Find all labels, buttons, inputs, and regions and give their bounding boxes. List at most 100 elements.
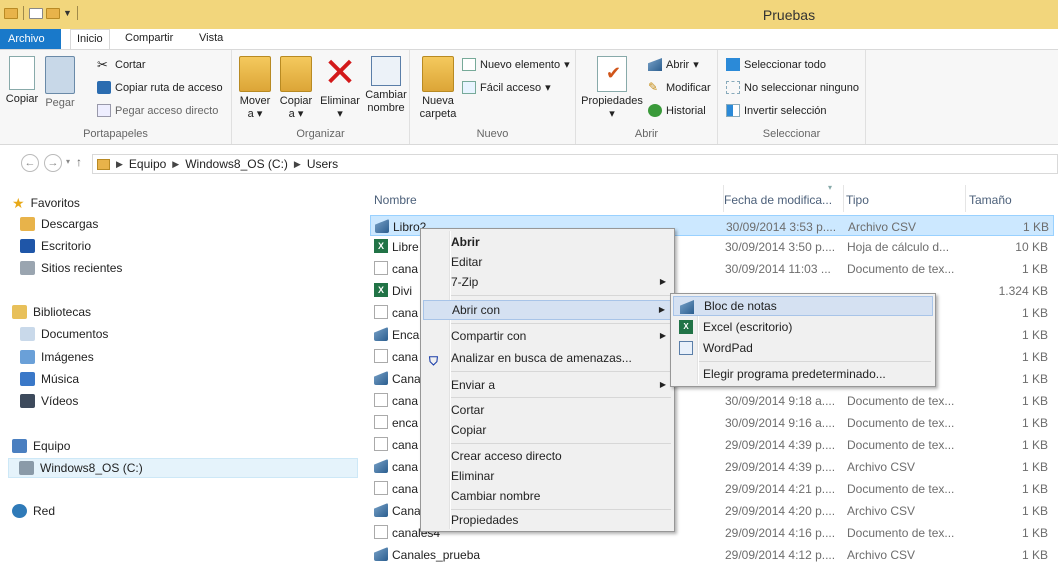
file-size: 1 KB <box>1021 504 1048 518</box>
pegar-button[interactable]: Pegar <box>42 56 78 110</box>
nav-descargas[interactable]: Descargas <box>20 214 98 234</box>
copiar-button[interactable]: Copiar <box>5 56 39 106</box>
seleccionar-todo-button[interactable]: Seleccionar todo <box>726 58 826 71</box>
breadcrumb-separator-icon[interactable]: ▶ <box>172 159 179 170</box>
file-size: 1 KB <box>1021 306 1048 320</box>
historial-button[interactable]: Historial <box>648 104 706 117</box>
submenu-item-wordpad[interactable]: WordPad <box>673 338 933 358</box>
menu-item-propiedades[interactable]: Propiedades <box>423 510 672 530</box>
computer-icon <box>12 439 27 453</box>
file-type: Documento de tex... <box>847 482 955 496</box>
nav-musica[interactable]: Música <box>20 369 79 389</box>
invertir-seleccion-label: Invertir selección <box>744 104 827 117</box>
file-type: Documento de tex... <box>847 526 955 540</box>
nav-documentos[interactable]: Documentos <box>20 324 108 344</box>
back-arrow-icon[interactable]: ← <box>21 154 39 172</box>
tab-archivo[interactable]: Archivo <box>0 29 61 50</box>
abrir-button[interactable]: Abrir ▾ <box>648 58 699 71</box>
facil-acceso-button[interactable]: Fácil acceso ▾ <box>462 81 551 94</box>
file-size: 10 KB <box>1015 240 1048 254</box>
tab-inicio[interactable]: Inicio <box>70 29 110 51</box>
modificar-button[interactable]: ✎ Modificar <box>648 81 711 94</box>
notepad-icon <box>680 300 694 314</box>
tab-vista[interactable]: Vista <box>199 32 223 44</box>
menu-item-7zip[interactable]: 7-Zip ▶ <box>423 272 672 292</box>
nav-documentos-label: Documentos <box>41 327 109 341</box>
libraries-icon <box>12 305 27 319</box>
menu-item-abrir[interactable]: Abrir <box>423 232 672 252</box>
copiar-a-button[interactable]: Copiar a ▾ <box>278 56 314 121</box>
up-arrow-icon[interactable]: ↑ <box>76 155 82 169</box>
column-header-tamano[interactable]: Tamaño <box>969 185 1049 212</box>
abrir-label: Abrir <box>666 58 690 71</box>
tab-compartir[interactable]: Compartir <box>125 32 173 44</box>
cortar-button[interactable]: ✂ Cortar <box>97 58 146 71</box>
file-type: Documento de tex... <box>847 262 955 276</box>
star-icon: ★ <box>12 194 25 211</box>
eliminar-button[interactable]: ✕ Eliminar ▾ <box>320 51 360 121</box>
nav-videos[interactable]: Vídeos <box>20 391 78 411</box>
copiar-ruta-button[interactable]: Copiar ruta de acceso <box>97 81 223 94</box>
group-abrir: Propiedades▾ Abrir ▾ ✎ Modificar Histori… <box>576 50 718 144</box>
recent-locations-chevron-icon[interactable]: ▾ <box>66 157 70 166</box>
nuevo-elemento-button[interactable]: Nuevo elemento ▾ <box>462 58 570 71</box>
cambiar-nombre-button[interactable]: Cambiar nombre <box>364 56 408 115</box>
file-date: 29/09/2014 4:12 p.... <box>725 548 836 562</box>
breadcrumb-equipo[interactable]: Equipo <box>129 157 166 171</box>
no-seleccionar-button[interactable]: No seleccionar ninguno <box>726 81 859 94</box>
delete-x-icon: ✕ <box>323 51 357 95</box>
menu-item-abrir-con[interactable]: Abrir con ▶ <box>423 300 672 320</box>
menu-separator <box>451 295 671 296</box>
menu-item-crear-acceso[interactable]: Crear acceso directo <box>423 446 672 466</box>
nav-sitios-recientes[interactable]: Sitios recientes <box>20 258 122 278</box>
file-date: 30/09/2014 11:03 ... <box>725 262 831 276</box>
menu-item-cortar[interactable]: Cortar <box>423 400 672 420</box>
breadcrumb-separator-icon[interactable]: ▶ <box>294 159 301 170</box>
nav-bibliotecas[interactable]: Bibliotecas <box>12 302 91 322</box>
column-header-nombre[interactable]: Nombre <box>370 185 724 212</box>
menu-item-cambiar-nombre[interactable]: Cambiar nombre <box>423 486 672 506</box>
music-icon <box>20 372 35 386</box>
nav-equipo-label: Equipo <box>33 439 71 453</box>
forward-arrow-icon[interactable]: → <box>44 154 62 172</box>
csv-file-icon <box>374 327 388 341</box>
file-size: 1 KB <box>1021 416 1048 430</box>
breadcrumb-separator-icon[interactable]: ▶ <box>116 159 123 170</box>
nav-videos-label: Vídeos <box>41 394 79 408</box>
copy-path-icon <box>97 81 111 94</box>
submenu-item-elegir-programa[interactable]: Elegir programa predeterminado... <box>673 364 933 384</box>
menu-item-analizar[interactable]: ⛉ Analizar en busca de amenazas... <box>423 348 672 368</box>
column-header-tipo[interactable]: Tipo <box>846 185 966 212</box>
propiedades-button[interactable]: Propiedades▾ <box>580 56 644 121</box>
submenu-item-bloc-de-notas[interactable]: Bloc de notas <box>673 296 933 316</box>
nav-escritorio[interactable]: Escritorio <box>20 236 91 256</box>
file-size: 1 KB <box>1021 548 1048 562</box>
invertir-seleccion-button[interactable]: Invertir selección <box>726 104 827 117</box>
pictures-icon <box>20 350 35 364</box>
menu-item-7zip-label: 7-Zip <box>451 275 479 289</box>
nav-musica-label: Música <box>41 372 80 386</box>
file-size: 1 KB <box>1021 438 1048 452</box>
address-bar[interactable]: ▶ Equipo ▶ Windows8_OS (C:) ▶ Users <box>92 154 1058 174</box>
nav-windows-os[interactable]: Windows8_OS (C:) <box>8 458 358 478</box>
nav-favoritos[interactable]: ★ Favoritos <box>12 193 80 213</box>
submenu-item-excel[interactable]: X Excel (escritorio) <box>673 317 933 337</box>
menu-item-editar[interactable]: Editar <box>423 252 672 272</box>
pegar-acceso-button[interactable]: Pegar acceso directo <box>97 104 218 117</box>
menu-item-copiar[interactable]: Copiar <box>423 420 672 440</box>
menu-item-compartir-con[interactable]: Compartir con ▶ <box>423 326 672 346</box>
nueva-carpeta-button[interactable]: Nueva carpeta <box>416 56 460 121</box>
file-date: 30/09/2014 9:18 a.... <box>725 394 836 408</box>
nav-equipo[interactable]: Equipo <box>12 436 70 456</box>
file-row[interactable]: Canales_prueba 29/09/2014 4:12 p.... Archi… <box>370 544 1054 564</box>
nav-imagenes[interactable]: Imágenes <box>20 347 94 367</box>
breadcrumb-users[interactable]: Users <box>307 157 338 171</box>
mover-a-button[interactable]: Mover a ▾ <box>237 56 273 121</box>
column-header-fecha[interactable]: ▾ Fecha de modifica... <box>724 183 844 212</box>
nav-red[interactable]: Red <box>12 501 55 521</box>
nav-descargas-label: Descargas <box>41 217 99 231</box>
menu-item-enviar-a[interactable]: Enviar a ▶ <box>423 375 672 395</box>
breadcrumb-windows-os[interactable]: Windows8_OS (C:) <box>185 157 288 171</box>
menu-item-eliminar[interactable]: Eliminar <box>423 466 672 486</box>
group-portapapeles: Copiar Pegar ✂ Cortar Copiar ruta de acc… <box>0 50 232 144</box>
